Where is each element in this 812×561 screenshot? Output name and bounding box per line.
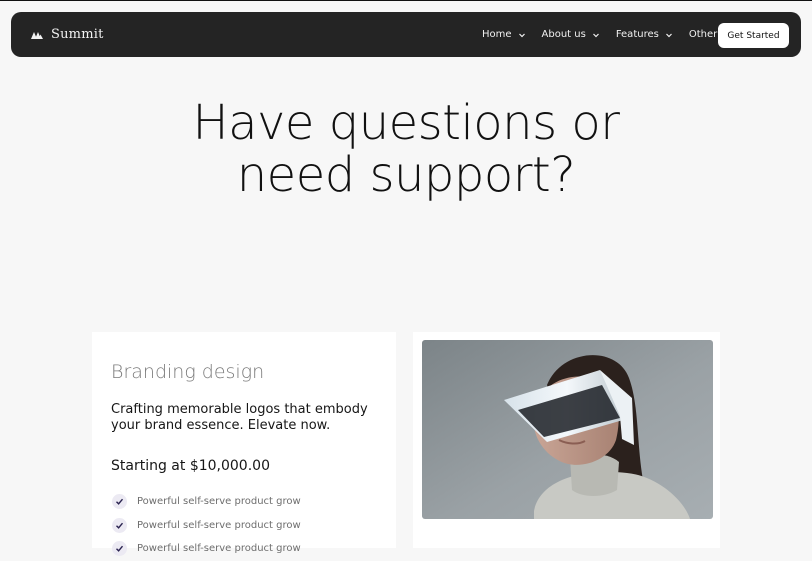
nav-item-about-us[interactable]: About us (542, 29, 600, 40)
nav-item-label: Other (688, 29, 718, 40)
nav-item-features[interactable]: Features (616, 29, 673, 40)
nav-item-label: About us (541, 29, 586, 40)
get-started-button[interactable]: Get Started (718, 23, 789, 48)
service-card: Branding design Crafting memorable logos… (92, 332, 396, 557)
card-title: Branding design (111, 361, 265, 383)
brand-logo[interactable]: Summit (31, 12, 104, 57)
navbar: Summit Home About us Features Other Get … (11, 12, 801, 57)
image-caption (425, 537, 715, 557)
page-title-line-1: Have questions or (192, 95, 620, 151)
nav-links: Home About us Features Other (482, 12, 731, 57)
feature-text: Powerful self-serve product grow (137, 543, 301, 555)
nav-item-label: Features (615, 29, 659, 40)
check-icon (112, 541, 127, 557)
page-title: Have questions or need support? (0, 97, 812, 201)
card-description: Crafting memorable logos that embody you… (111, 402, 368, 433)
top-border (0, 0, 812, 1)
image-card (413, 332, 720, 548)
check-icon (112, 517, 127, 533)
feature-text: Powerful self-serve product grow (137, 519, 301, 531)
brand-name: Summit (51, 27, 104, 42)
card-price: Starting at $10,000.00 (111, 458, 270, 474)
page-title-line-2: need support? (236, 147, 576, 203)
nav-item-label: Home (482, 29, 512, 40)
chevron-down-icon (592, 33, 599, 37)
chevron-down-icon (665, 33, 672, 37)
nav-item-home[interactable]: Home (482, 29, 526, 40)
feature-item: Powerful self-serve product grow (112, 537, 301, 561)
vr-headset-photo (422, 340, 713, 519)
summit-logo-icon (31, 31, 43, 39)
feature-item: Powerful self-serve product grow (112, 514, 301, 538)
feature-item: Powerful self-serve product grow (112, 490, 301, 514)
chevron-down-icon (518, 33, 525, 37)
feature-text: Powerful self-serve product grow (137, 496, 301, 508)
check-icon (112, 494, 127, 510)
feature-list: Powerful self-serve product grow Powerfu… (112, 490, 301, 561)
